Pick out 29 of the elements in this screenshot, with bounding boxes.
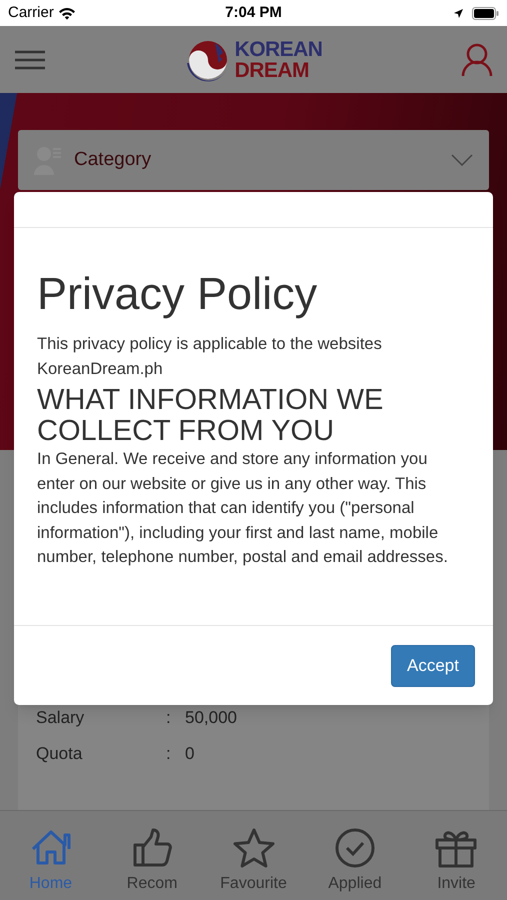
battery-icon [472, 6, 499, 20]
wifi-icon [58, 6, 76, 20]
chevron-down-icon [451, 154, 473, 166]
check-circle-icon [332, 827, 377, 869]
colon-separator: : [166, 707, 172, 730]
status-time: 7:04 PM [225, 2, 282, 23]
detail-label: Quota [36, 743, 84, 766]
tab-bar-item[interactable]: Invite [406, 811, 507, 900]
detail-value: 0 [185, 743, 194, 766]
category-select[interactable]: Category [18, 130, 489, 190]
tab-bar-item[interactable]: Applied [304, 811, 406, 900]
section-heading: WHAT INFORMATION WE COLLECT FROM YOU [37, 385, 384, 447]
dialog-title: Privacy Policy [37, 268, 318, 320]
logo-text: KOREAN [234, 38, 322, 60]
tab-bar-item[interactable]: Recom [101, 811, 203, 900]
carrier-label: Carrier [8, 2, 54, 23]
paragraph: In General. We receive and store any information you enter on our website or give us in any other way. This includes information that can identify you ("personal information"), including your first and last name, mobile number, telephone number, postal and email addresses. [37, 449, 449, 568]
logo-text: DREAM [234, 60, 310, 80]
tab-bar-item[interactable]: Favourite [202, 811, 304, 900]
colon-separator: : [166, 743, 172, 766]
detail-label: Salary [36, 707, 86, 730]
paragraph: This privacy policy is applicable to the websites KoreanDream.ph [37, 334, 383, 380]
tab-bar-item[interactable]: Home [0, 811, 102, 900]
menu-icon[interactable] [14, 50, 46, 70]
detail-value: 50,000 [185, 707, 237, 730]
location-arrow-icon [453, 8, 464, 18]
user-icon[interactable] [460, 42, 493, 76]
star-icon [232, 827, 276, 869]
accept-button[interactable]: Accept [391, 644, 475, 686]
